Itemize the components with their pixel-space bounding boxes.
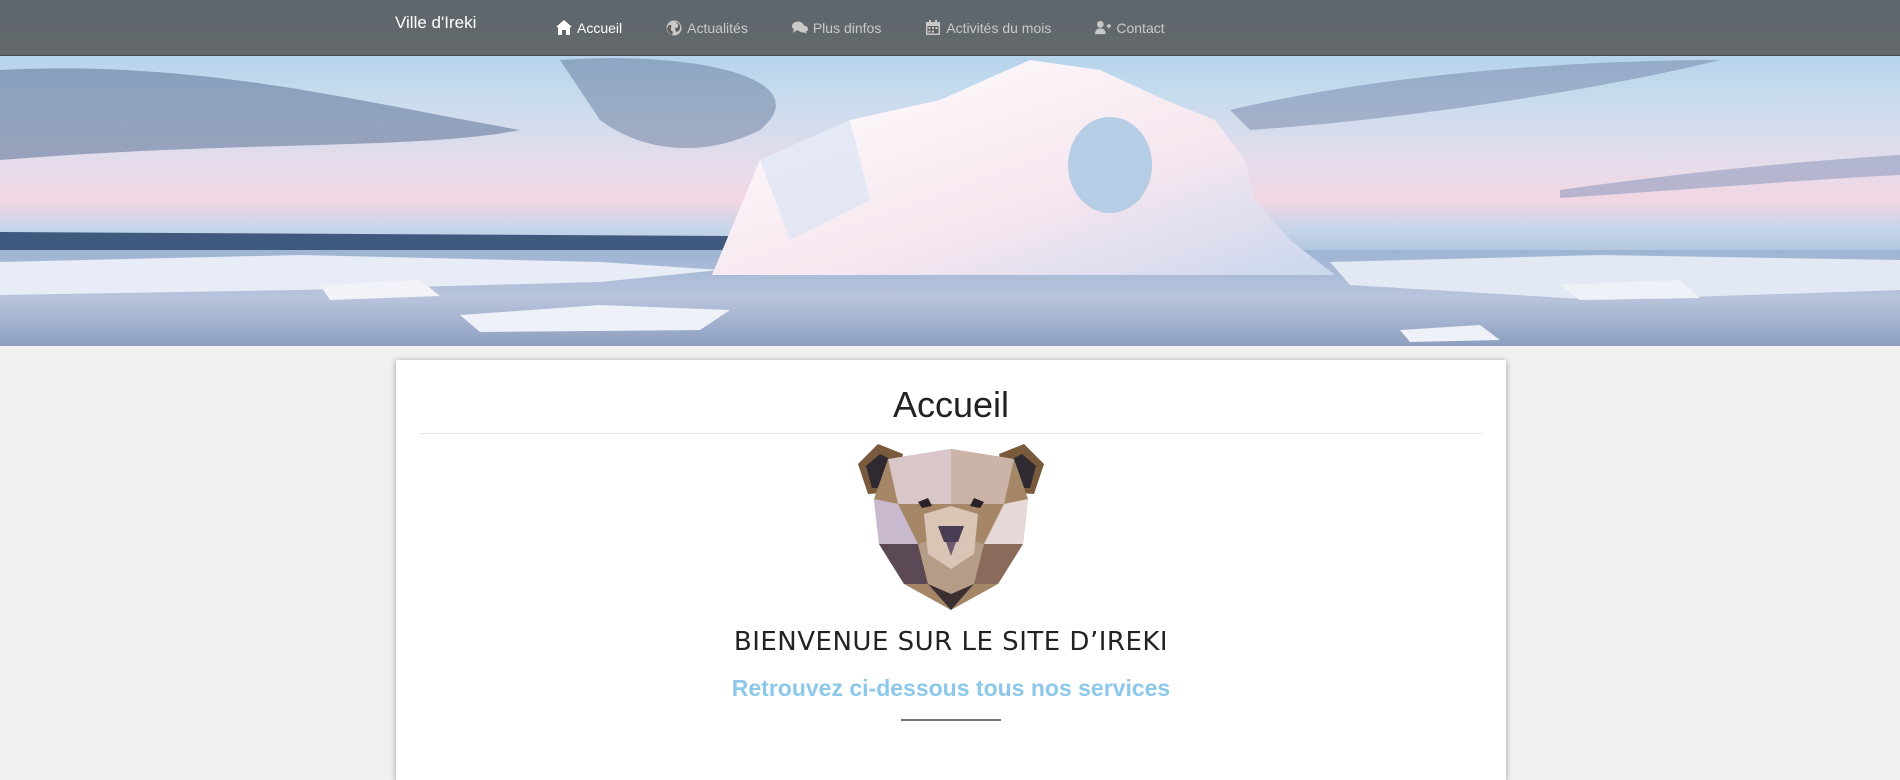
welcome-heading: BIENVENUE SUR LE SITE D’IREKI: [733, 627, 1169, 657]
comments-icon: [791, 20, 808, 36]
services-subtitle: Retrouvez ci-dessous tous nos services: [731, 675, 1171, 701]
globe-icon: [666, 20, 682, 36]
home-icon: [556, 20, 572, 36]
bear-logo: [858, 444, 1044, 610]
nav-item-plus-dinfos[interactable]: Plus dinfos: [791, 0, 882, 55]
nav-item-contact[interactable]: Contact: [1095, 0, 1165, 55]
page-title: Accueil: [892, 384, 1010, 425]
nav-item-actualites[interactable]: Actualités: [666, 0, 748, 55]
nav-item-label: Actualités: [687, 19, 748, 36]
nav-item-label: Activités du mois: [946, 19, 1052, 36]
calendar-icon: [925, 20, 941, 36]
content-card: Accueil BIENVENUE SUR LE SITE D’IREKI Re…: [396, 360, 1506, 780]
user-plus-icon: [1095, 20, 1112, 36]
site-brand-link[interactable]: Ville d'Ireki: [395, 13, 476, 33]
nav-item-label: Accueil: [577, 19, 623, 36]
subtitle-divider: [901, 719, 1001, 721]
nav-item-activites[interactable]: Activités du mois: [925, 0, 1051, 55]
main-nav: Accueil Actualités Plus dinfos Activités…: [556, 0, 1209, 55]
nav-item-label: Plus dinfos: [812, 19, 882, 36]
nav-item-label: Contact: [1116, 19, 1165, 36]
title-divider: [420, 433, 1482, 434]
nav-item-accueil[interactable]: Accueil: [556, 0, 622, 55]
top-navbar: Ville d'Ireki Accueil Actualités Plus di…: [0, 0, 1900, 56]
